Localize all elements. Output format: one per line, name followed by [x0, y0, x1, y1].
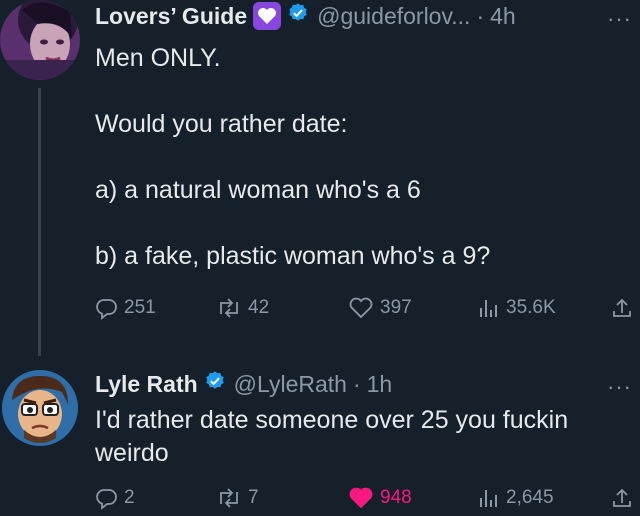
tweet-text: I'd rather date someone over 25 you fuck… — [95, 404, 630, 470]
retweet-count: 42 — [248, 297, 270, 318]
like-icon — [349, 487, 373, 509]
reply-icon — [96, 299, 117, 320]
reply-button[interactable]: 251 — [94, 296, 156, 320]
share-button[interactable] — [610, 486, 640, 510]
retweet-button[interactable]: 7 — [216, 486, 259, 510]
action-bar: 2 7 948 2,645 — [94, 486, 640, 516]
views-icon — [480, 300, 497, 317]
tweet-2[interactable]: Lyle Rath @LyleRath · 1h ··· I'd rather … — [0, 360, 640, 514]
retweet-button[interactable]: 42 — [216, 296, 269, 320]
more-options-button[interactable]: ··· — [607, 374, 632, 400]
share-icon — [613, 488, 631, 507]
timestamp[interactable]: 4h — [490, 3, 516, 30]
verified-icon — [287, 2, 309, 30]
timestamp[interactable]: 1h — [367, 371, 393, 398]
share-icon — [613, 298, 631, 317]
tweet-header: Lovers’ Guide @guideforlov... · 4h — [95, 2, 516, 30]
handle[interactable]: @LyleRath — [234, 371, 347, 398]
display-name[interactable]: Lyle Rath — [95, 371, 198, 398]
tweet-line: I'd rather date someone over 25 you fuck… — [95, 406, 569, 434]
retweet-icon — [220, 488, 238, 508]
tweet-line: a) a natural woman who's a 6 — [95, 176, 421, 204]
display-name[interactable]: Lovers’ Guide — [95, 3, 247, 30]
more-options-button[interactable]: ··· — [607, 6, 632, 32]
retweet-icon — [220, 298, 238, 318]
reply-count: 251 — [124, 297, 156, 318]
like-count: 397 — [380, 297, 412, 318]
avatar-lovers-guide[interactable] — [0, 0, 80, 80]
separator: · — [352, 370, 361, 397]
tweet-line: weirdo — [95, 439, 169, 467]
views-button[interactable]: 2,645 — [478, 486, 554, 510]
share-button[interactable] — [610, 296, 640, 320]
like-button[interactable]: 948 — [348, 486, 412, 510]
views-icon — [480, 490, 497, 507]
tweet-line: Would you rather date: — [95, 110, 348, 138]
tweet-header: Lyle Rath @LyleRath · 1h — [95, 370, 392, 398]
thread-line — [38, 88, 41, 356]
views-button[interactable]: 35.6K — [478, 296, 556, 320]
avatar-lyle-rath[interactable] — [2, 370, 78, 446]
views-count: 2,645 — [506, 487, 554, 508]
verified-icon — [204, 370, 226, 398]
reply-button[interactable]: 2 — [94, 486, 135, 510]
action-bar: 251 42 397 35.6K — [94, 296, 640, 326]
heart-badge-icon — [253, 2, 282, 30]
tweet-line: Men ONLY. — [95, 44, 221, 72]
tweet-line: b) a fake, plastic woman who's a 9? — [95, 242, 491, 270]
like-count: 948 — [380, 487, 412, 508]
like-icon — [349, 297, 373, 319]
separator: · — [476, 2, 485, 29]
tweet-1[interactable]: Lovers’ Guide @guideforlov... · 4h ··· M… — [0, 0, 640, 356]
like-button[interactable]: 397 — [348, 296, 412, 320]
tweet-text: Men ONLY. Would you rather date: a) a na… — [95, 42, 625, 273]
reply-icon — [96, 489, 117, 510]
reply-count: 2 — [124, 487, 135, 508]
handle[interactable]: @guideforlov... — [317, 3, 470, 30]
views-count: 35.6K — [506, 297, 556, 318]
retweet-count: 7 — [248, 487, 259, 508]
